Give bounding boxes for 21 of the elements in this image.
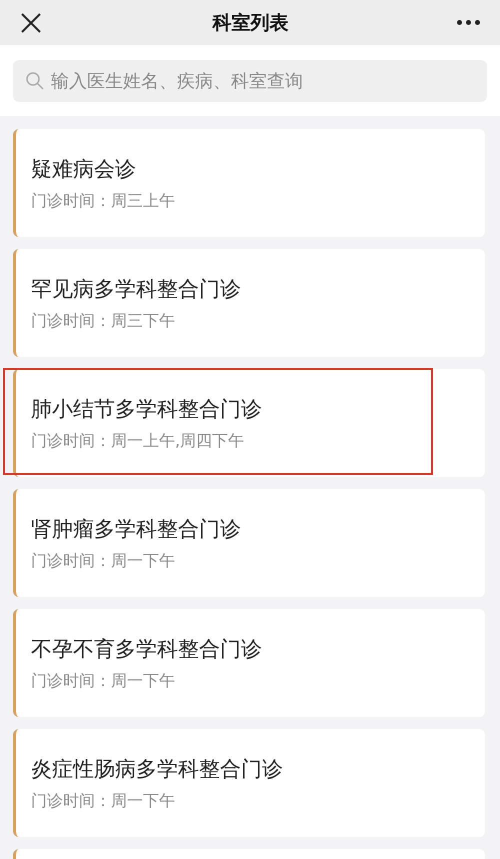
department-name: 罕见病多学科整合门诊 xyxy=(31,276,242,302)
department-name: 肾肿瘤多学科整合门诊 xyxy=(31,516,242,542)
search-icon xyxy=(25,71,45,91)
clinic-schedule: 门诊时间：周一下午 xyxy=(31,790,176,812)
clinic-schedule: 门诊时间：周三上午 xyxy=(31,190,176,212)
clinic-schedule: 门诊时间：周三下午 xyxy=(31,310,176,332)
department-card[interactable]: 罕见病多学科整合门诊 门诊时间：周三下午 xyxy=(13,249,485,357)
department-card[interactable]: 炎症性肠病多学科整合门诊 门诊时间：周一下午 xyxy=(13,729,485,837)
department-name: 炎症性肠病多学科整合门诊 xyxy=(31,756,284,782)
department-card[interactable]: 不孕不育多学科整合门诊 门诊时间：周一下午 xyxy=(13,609,485,717)
clinic-schedule: 门诊时间：周一下午 xyxy=(31,550,176,572)
clinic-schedule: 门诊时间：周一上午,周四下午 xyxy=(31,430,246,452)
close-icon xyxy=(20,12,42,34)
department-name: 肺小结节多学科整合门诊 xyxy=(31,396,263,422)
department-card[interactable]: 肾肿瘤多学科整合门诊 门诊时间：周一下午 xyxy=(13,489,485,597)
department-name: 疑难病会诊 xyxy=(31,156,137,182)
department-name: 不孕不育多学科整合门诊 xyxy=(31,636,263,662)
page-title: 科室列表 xyxy=(212,10,288,36)
clinic-schedule: 门诊时间：周一下午 xyxy=(31,670,176,692)
search-field[interactable]: 输入医生姓名、疾病、科室查询 xyxy=(13,60,487,102)
department-card[interactable]: 疑难病会诊 门诊时间：周三上午 xyxy=(13,129,485,237)
